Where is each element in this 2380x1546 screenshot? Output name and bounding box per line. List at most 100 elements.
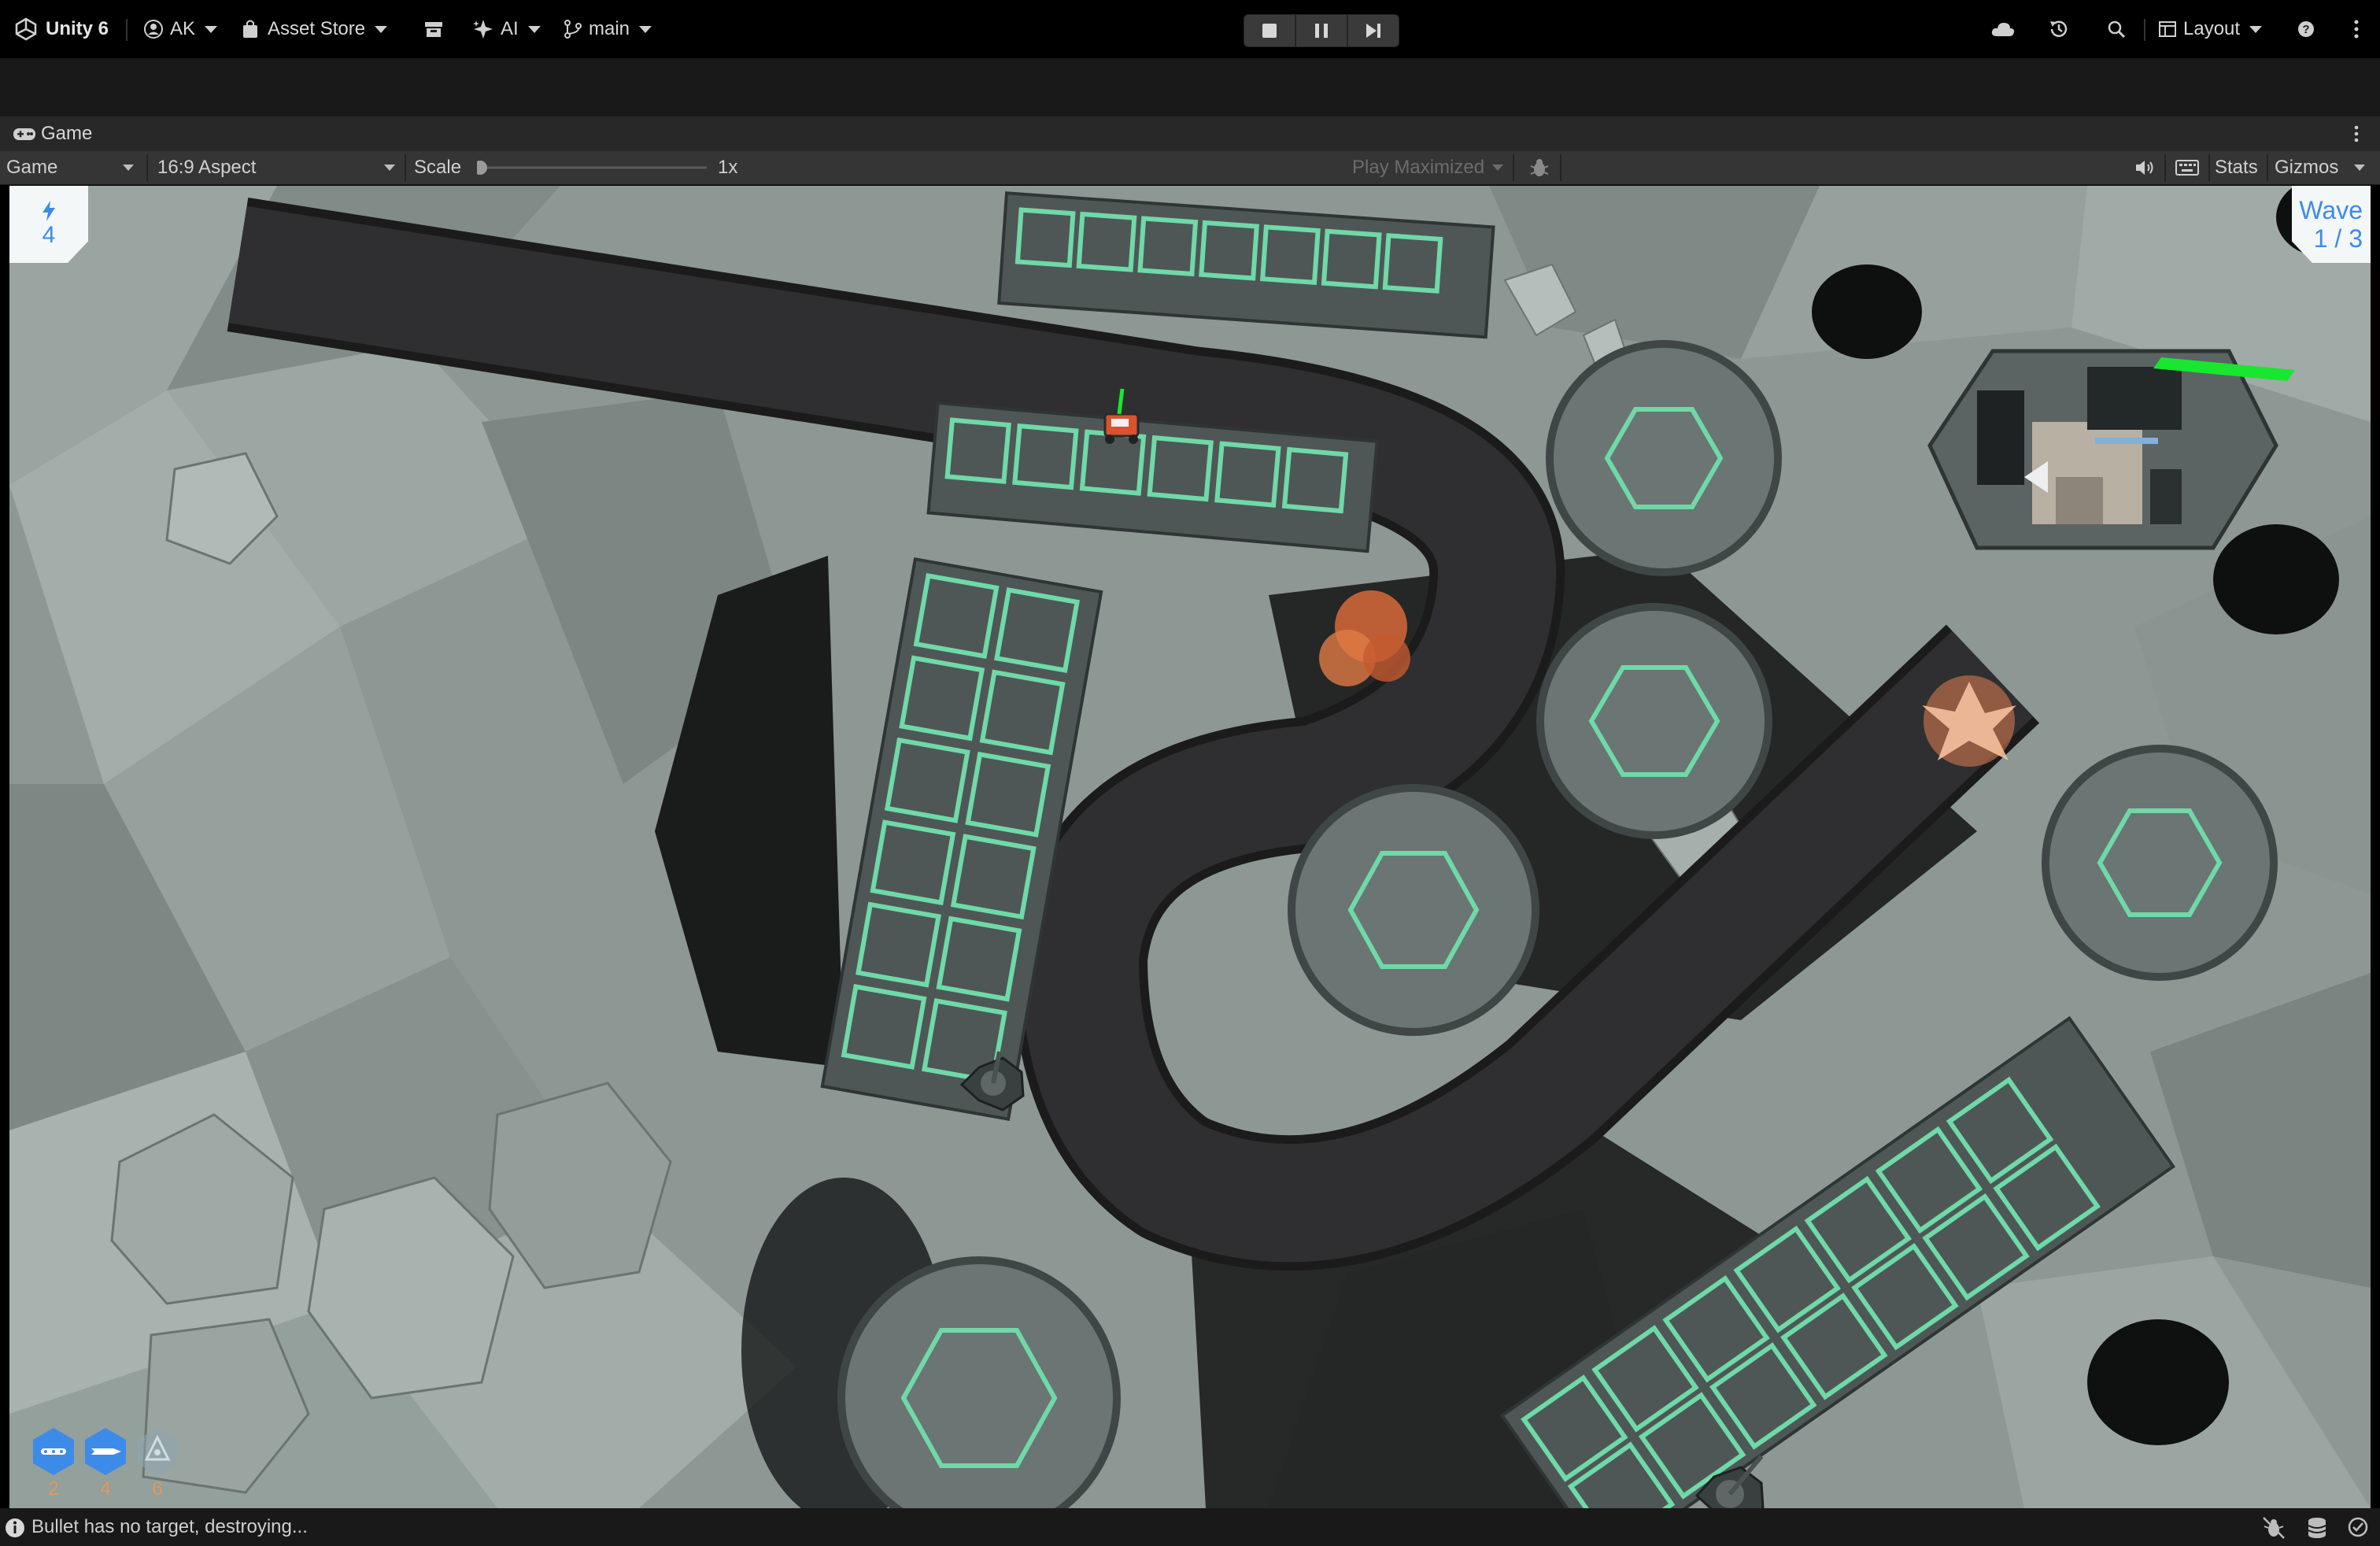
info-icon <box>5 1518 25 1542</box>
status-bar <box>0 1508 2380 1546</box>
help-button[interactable]: ? <box>2297 0 2315 58</box>
lightning-icon <box>42 201 55 221</box>
step-forward-icon <box>1366 24 1380 38</box>
wave-label: Wave <box>2299 196 2363 224</box>
toolbar-divider <box>2267 154 2268 181</box>
archive-box-icon <box>425 22 442 37</box>
cache-server-button[interactable] <box>2306 1516 2328 1544</box>
toolbar-divider <box>2208 154 2210 181</box>
asset-store-label: Asset Store <box>268 18 366 39</box>
gatling-tower-button[interactable] <box>30 1426 77 1477</box>
scale-slider[interactable] <box>473 154 710 181</box>
wave-value: 1 / 3 <box>2313 224 2363 253</box>
chevron-down-icon <box>639 25 652 33</box>
game-viewport[interactable] <box>9 186 2371 1508</box>
pause-icon <box>1315 24 1328 38</box>
energy-value: 4 <box>42 222 56 248</box>
hex-pillar[interactable] <box>1546 340 1782 576</box>
keyboard-icon <box>2175 160 2199 176</box>
history-button[interactable] <box>2048 0 2070 58</box>
svg-text:?: ? <box>2302 23 2309 36</box>
game-scene <box>9 186 2371 1508</box>
branch-name: main <box>589 18 630 39</box>
toolbar-divider <box>1560 154 1561 181</box>
help-icon: ? <box>2298 21 2314 37</box>
radiation-tower-button[interactable] <box>134 1426 181 1477</box>
progress-check-button[interactable] <box>2347 1516 2369 1542</box>
stats-label: Stats <box>2215 157 2258 178</box>
ai-dropdown[interactable]: AI <box>472 0 541 58</box>
toolbar-divider <box>2144 19 2145 41</box>
gatling-tower-cost: 2 <box>48 1478 59 1500</box>
hex-pillar[interactable] <box>2042 745 2278 981</box>
account-name: AK <box>170 18 196 39</box>
mute-audio-button[interactable] <box>2134 154 2155 181</box>
play-maximized-label: Play Maximized <box>1352 157 1485 178</box>
main-toolbar <box>0 58 2380 117</box>
rocket-tower-cost: 4 <box>100 1478 111 1500</box>
tab-title: Game <box>41 123 93 144</box>
console-last-message[interactable]: Bullet has no target, destroying... <box>31 1508 308 1546</box>
gamepad-icon <box>13 128 35 140</box>
chevron-down-icon <box>527 25 541 33</box>
display-dropdown[interactable]: Game <box>0 154 140 181</box>
stats-toggle[interactable]: Stats <box>2215 154 2258 181</box>
layout-dropdown[interactable]: Layout <box>2158 0 2263 58</box>
layout-label: Layout <box>2183 18 2241 39</box>
debug-mode-button[interactable] <box>2262 1516 2286 1544</box>
product-name: Unity 6 <box>46 18 109 39</box>
database-icon <box>2308 1518 2326 1538</box>
chevron-down-icon <box>384 165 395 171</box>
wave-counter: Wave 1 / 3 <box>2292 186 2371 263</box>
aspect-dropdown[interactable]: 16:9 Aspect <box>151 154 401 181</box>
unity-logo-icon <box>15 17 37 41</box>
hex-pillar[interactable] <box>1536 603 1772 839</box>
stop-button[interactable] <box>1244 14 1295 47</box>
bug-icon <box>2263 1517 2285 1539</box>
pause-button[interactable] <box>1295 14 1347 47</box>
chevron-down-icon <box>2249 25 2263 33</box>
aspect-label: 16:9 Aspect <box>157 157 257 178</box>
step-button[interactable] <box>1347 14 1399 47</box>
sparkle-icon <box>473 20 493 39</box>
branch-dropdown[interactable]: main <box>562 0 652 58</box>
stop-icon <box>1262 24 1277 38</box>
toolbar-more-menu[interactable] <box>2353 0 2360 58</box>
panel-tab-bar <box>0 117 2380 151</box>
speaker-icon <box>2136 161 2153 175</box>
chevron-down-icon <box>123 165 134 171</box>
search-button[interactable] <box>2106 0 2127 58</box>
hex-pillar[interactable] <box>1288 784 1539 1036</box>
play-maximized-dropdown[interactable]: Play Maximized <box>1352 154 1504 181</box>
energy-counter: 4 <box>9 186 88 263</box>
branch-icon <box>564 20 582 39</box>
shortcuts-button[interactable] <box>2175 154 2199 181</box>
toolbar-divider <box>2164 154 2166 181</box>
radiation-tower-cost: 6 <box>152 1478 163 1500</box>
tab-options-menu[interactable] <box>2353 117 2360 151</box>
unity-product-menu[interactable]: Unity 6 <box>14 0 109 58</box>
gizmos-dropdown[interactable]: Gizmos <box>2275 154 2366 181</box>
shopping-bag-icon <box>243 20 257 38</box>
package-manager-button[interactable] <box>423 0 444 58</box>
chevron-down-icon <box>1492 165 1504 171</box>
chevron-down-icon <box>2354 165 2366 171</box>
bug-icon <box>1530 159 1549 176</box>
toolbar-divider <box>1513 154 1514 181</box>
display-label: Game <box>6 157 58 178</box>
chevron-down-icon <box>375 25 388 33</box>
chevron-down-icon <box>205 25 218 33</box>
user-icon <box>144 20 163 39</box>
gizmos-label: Gizmos <box>2275 157 2339 178</box>
scale-slider-handle[interactable] <box>473 161 487 175</box>
search-icon <box>2108 20 2126 39</box>
asset-store-dropdown[interactable]: Asset Store <box>241 0 388 58</box>
rocket-tower-button[interactable] <box>82 1426 129 1477</box>
frame-debugger-button[interactable] <box>1528 154 1550 181</box>
cloud-button[interactable] <box>1990 0 2016 58</box>
ai-label: AI <box>501 18 519 39</box>
tab-game[interactable]: Game <box>13 117 92 151</box>
account-dropdown[interactable]: AK <box>143 0 218 58</box>
scale-slider-track <box>473 161 707 175</box>
check-circle-icon <box>2348 1517 2368 1537</box>
